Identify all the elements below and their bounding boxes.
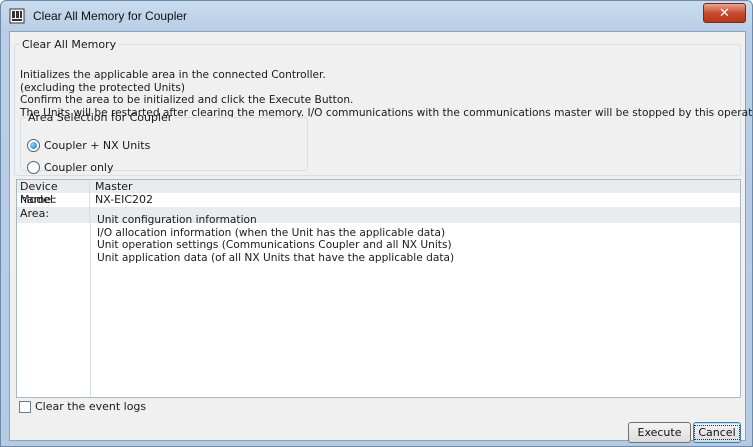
checkbox[interactable] bbox=[19, 400, 31, 413]
description-line: Confirm the area to be initialized and c… bbox=[20, 94, 354, 107]
radio-button[interactable] bbox=[27, 161, 40, 174]
area-selection-legend: Area Selection for Coupler bbox=[28, 111, 173, 124]
radio-label: Coupler only bbox=[44, 161, 114, 174]
close-icon: ✕ bbox=[719, 6, 730, 21]
model-label: Model: bbox=[17, 193, 90, 207]
device-name-value: Master bbox=[95, 180, 133, 193]
radio-coupler-nx-units[interactable]: Coupler + NX Units bbox=[27, 139, 150, 152]
close-button[interactable]: ✕ bbox=[703, 3, 746, 23]
radio-coupler-only[interactable]: Coupler only bbox=[27, 161, 113, 174]
column-divider bbox=[90, 223, 91, 397]
area-value: I/O allocation information (when the Uni… bbox=[97, 226, 446, 239]
app-icon bbox=[9, 8, 25, 24]
device-name-row: Device name: Master bbox=[17, 180, 740, 206]
model-row: Model: NX-EIC202 bbox=[17, 193, 740, 207]
radio-label: Coupler + NX Units bbox=[44, 139, 151, 152]
dialog-client: Clear All Memory Initializes the applica… bbox=[9, 31, 753, 443]
device-info-panel: Device name: Master Model: NX-EIC202 Are… bbox=[16, 179, 741, 398]
area-value: Unit operation settings (Communications … bbox=[97, 239, 452, 251]
description-line: Initializes the applicable area in the c… bbox=[20, 69, 326, 81]
description-line: (excluding the protected Units) bbox=[20, 81, 186, 94]
cancel-button[interactable]: Cancel bbox=[693, 422, 741, 443]
window-title: Clear All Memory for Coupler bbox=[33, 9, 188, 23]
model-value: NX-EIC202 bbox=[95, 193, 154, 206]
radio-button-selected[interactable] bbox=[27, 139, 40, 152]
clear-all-memory-legend: Clear All Memory bbox=[22, 38, 117, 51]
area-value: Unit configuration information bbox=[97, 214, 257, 226]
area-label: Area: bbox=[17, 207, 90, 223]
area-value: Unit application data (of all NX Units t… bbox=[97, 251, 455, 264]
execute-button[interactable]: Execute bbox=[628, 422, 691, 443]
title-bar[interactable]: Clear All Memory for Coupler ✕ bbox=[1, 1, 752, 31]
device-name-label: Device name: bbox=[17, 180, 90, 206]
area-selection-group: Area Selection for Coupler Coupler + NX … bbox=[20, 111, 308, 174]
clear-event-logs-checkbox[interactable]: Clear the event logs bbox=[19, 400, 146, 413]
clear-event-logs-label: Clear the event logs bbox=[35, 400, 147, 413]
area-values: Unit configuration information I/O alloc… bbox=[97, 214, 454, 264]
dialog-window: Clear All Memory for Coupler ✕ Clear All… bbox=[0, 0, 753, 447]
cancel-button-label: Cancel bbox=[694, 425, 740, 440]
